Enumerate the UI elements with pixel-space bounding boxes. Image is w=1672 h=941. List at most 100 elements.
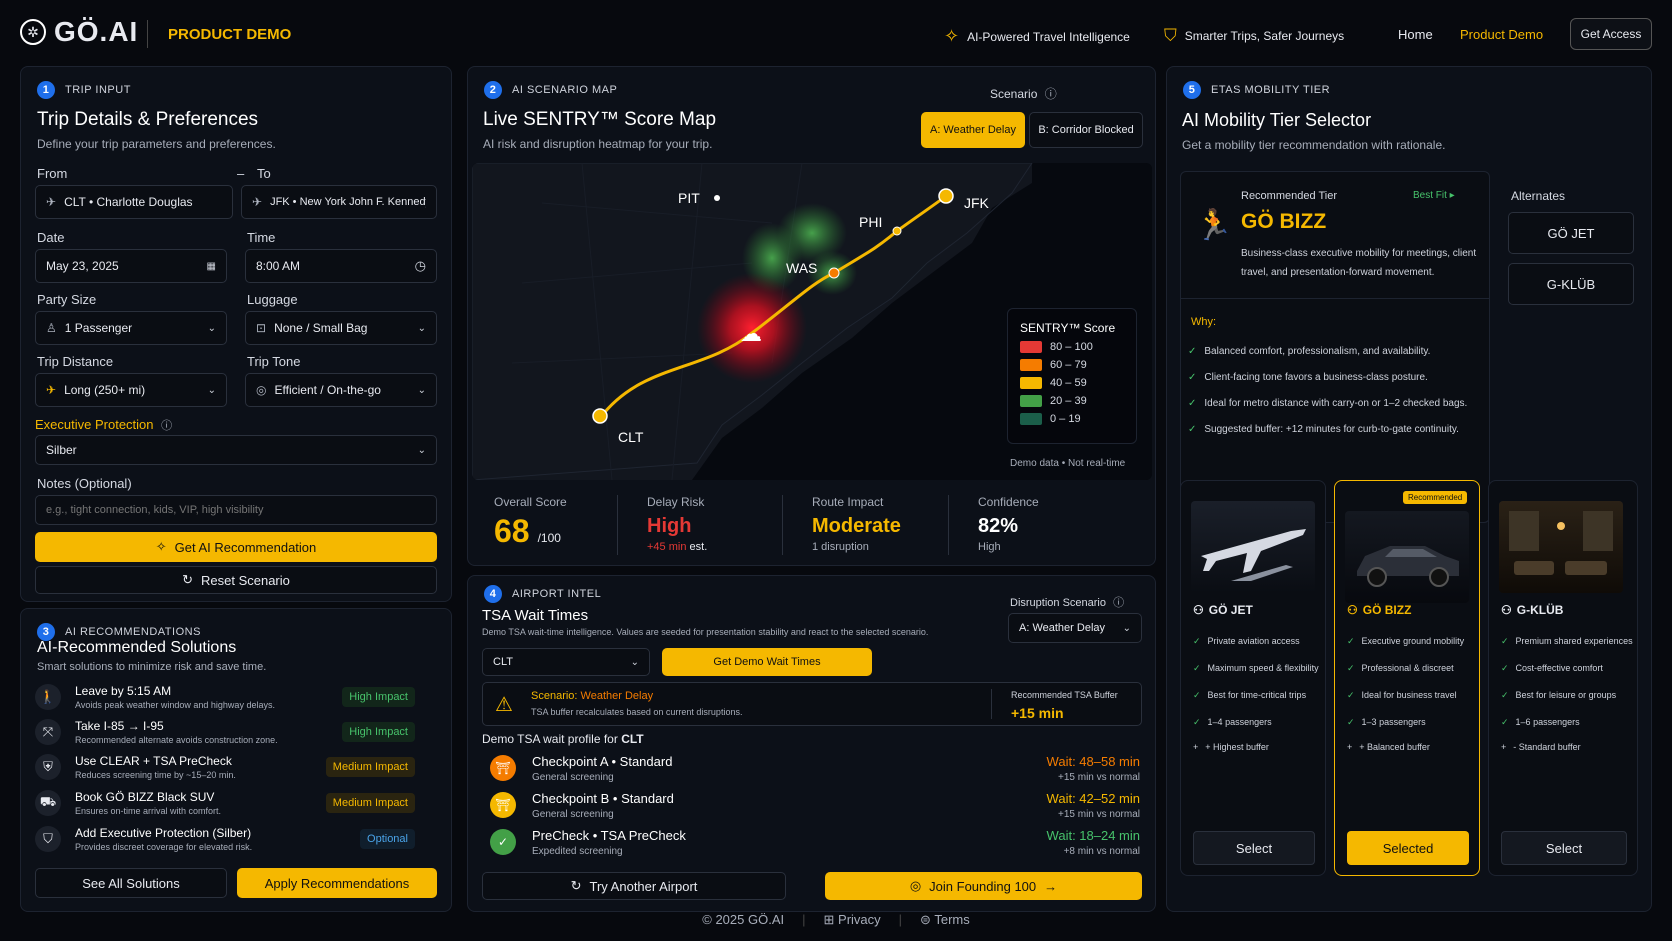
plane-icon: ✈: [46, 383, 57, 397]
recommendation-item[interactable]: ⤧ Take I-85 → I-95 Recommended alternate a…: [35, 715, 415, 749]
distance-label: Trip Distance: [37, 354, 114, 369]
luggage-select[interactable]: ⊡ None / Small Bag ⌄: [245, 311, 437, 345]
legend-swatch: [1020, 359, 1042, 371]
checkpoint-row[interactable]: ⛩ Checkpoint A • Standard General screeni…: [490, 750, 1140, 786]
scenario-a-button[interactable]: A: Weather Delay: [921, 112, 1025, 148]
try-another-airport-button[interactable]: ↻ Try Another Airport: [482, 872, 786, 900]
terms-link[interactable]: ⊜ Terms: [920, 912, 970, 928]
rec-tier-name: GÖ BIZZ: [1241, 210, 1327, 233]
distance-select[interactable]: ✈ Long (250+ mi) ⌄: [35, 373, 227, 407]
tone-select[interactable]: ◎ Efficient / On-the-go ⌄: [245, 373, 437, 407]
logo[interactable]: ✲ GÖ.AI: [20, 16, 138, 48]
recommendation-item[interactable]: 🚶 Leave by 5:15 AM Avoids peak weather win…: [35, 680, 415, 714]
checkpoint-row[interactable]: ⛩ Checkpoint B • Standard General screeni…: [490, 787, 1140, 823]
recommendation-item[interactable]: ⛨ Use CLEAR + TSA PreCheck Reduces screeni…: [35, 750, 415, 784]
sentry-score-map[interactable]: PIT PHI WAS JFK CLT ☁ SENTRY™ Score 80 –…: [472, 163, 1152, 480]
panel-tag: AI SCENARIO MAP: [512, 84, 618, 96]
checkpoint-row[interactable]: ✓ PreCheck • TSA PreCheck Expedited scree…: [490, 824, 1140, 860]
tier-card-jet[interactable]: ⚇ GÖ JET ✓ Private aviation access ✓ Maximu…: [1180, 480, 1326, 876]
join-founding-button[interactable]: ◎ Join Founding 100 →: [825, 872, 1142, 900]
panel-subtitle: Demo TSA wait-time intelligence. Values …: [482, 627, 929, 637]
pit-marker[interactable]: [714, 195, 720, 201]
check-icon: ✓: [1188, 424, 1197, 435]
tier-card-klub[interactable]: ⚇ G-KLÜB ✓ Premium shared experiences ✓ Cos…: [1488, 480, 1638, 876]
reset-scenario-button[interactable]: ↻ Reset Scenario: [35, 566, 437, 594]
nav-home[interactable]: Home: [1398, 27, 1433, 42]
logo-text: GÖ.AI: [54, 16, 139, 47]
rec-tier-label: Recommended Tier: [1241, 190, 1337, 202]
divider: [1181, 298, 1489, 299]
panel-subtitle: Smart solutions to minimize risk and sav…: [37, 661, 267, 673]
refresh-icon: ↻: [570, 878, 582, 893]
panel-tag: TRIP INPUT: [65, 84, 131, 96]
privacy-link[interactable]: ⊞ Privacy: [824, 912, 881, 928]
notes-input[interactable]: [35, 495, 437, 525]
selected-button[interactable]: Selected: [1347, 831, 1469, 865]
time-field[interactable]: 8:00 AM ◷: [245, 249, 437, 283]
executive-person-icon: 🏃: [1195, 209, 1233, 242]
scenario-label: Scenario ⓘ: [990, 87, 1057, 101]
step-number: 1: [37, 81, 55, 99]
clt-marker[interactable]: [592, 408, 608, 424]
tier-feature: ✓ Best for leisure or groups: [1501, 690, 1617, 700]
bag-icon: ⊡: [256, 321, 267, 335]
city-label-clt: CLT: [618, 429, 644, 445]
panel-title: Live SENTRY™ Score Map: [483, 109, 717, 130]
scenario-b-button[interactable]: B: Corridor Blocked: [1029, 112, 1143, 148]
rec-tier-desc: Business-class executive mobility for me…: [1241, 248, 1477, 278]
footer: © 2025 GÖ.AI | ⊞ Privacy | ⊜ Terms: [702, 912, 970, 928]
lock-icon: ⊞: [823, 912, 835, 927]
tier-feature: ✓ 1–4 passengers: [1193, 717, 1272, 727]
tier-card-bizz[interactable]: Recommended ⚇ GÖ BIZZ ✓ Executive ground m…: [1334, 480, 1480, 876]
logo-icon: ✲: [20, 19, 46, 45]
plane-icon: ✈: [46, 195, 57, 209]
refresh-icon: ↻: [182, 572, 193, 587]
tier-feature: ✓ Cost-effective comfort: [1501, 663, 1603, 673]
ai-recommendations-panel: 3 AI RECOMMENDATIONS AI-Recommended Solut…: [20, 608, 452, 912]
recommendation-item[interactable]: ⛉ Add Executive Protection (Silber) Provid…: [35, 822, 415, 856]
alternate-tier-jet[interactable]: GÖ JET: [1508, 212, 1634, 254]
chevron-down-icon: ⌄: [207, 322, 216, 334]
nav-product-demo[interactable]: Product Demo: [1460, 27, 1543, 42]
disruption-label: Disruption Scenario ⓘ: [1010, 597, 1125, 609]
was-marker[interactable]: [828, 267, 840, 279]
copyright: © 2025 GÖ.AI: [702, 912, 785, 927]
get-access-button[interactable]: Get Access: [1570, 18, 1652, 50]
tier-feature: ✓ Premium shared experiences: [1501, 636, 1633, 646]
party-select[interactable]: ♙ 1 Passenger ⌄: [35, 311, 227, 345]
panel-tag: AI RECOMMENDATIONS: [65, 626, 201, 638]
see-all-solutions-button[interactable]: See All Solutions: [35, 868, 227, 898]
date-field[interactable]: May 23, 2025 ▦: [35, 249, 227, 283]
to-field[interactable]: ✈ JFK • New York John F. Kennedy: [241, 185, 437, 219]
panel-subtitle: Define your trip parameters and preferen…: [37, 137, 276, 151]
panel-header: 5 ETAS MOBILITY TIER: [1183, 81, 1330, 99]
tier-extra: + - Standard buffer: [1501, 742, 1581, 752]
get-wait-times-button[interactable]: Get Demo Wait Times: [662, 648, 872, 676]
from-field[interactable]: ✈ CLT • Charlotte Douglas: [35, 185, 233, 219]
clock-icon: ◷: [414, 258, 426, 273]
city-label-phi: PHI: [859, 214, 882, 230]
check-icon: ✓: [1188, 398, 1197, 409]
plane-icon: ✈: [252, 195, 263, 209]
select-button[interactable]: Select: [1193, 831, 1315, 865]
jfk-marker[interactable]: [938, 188, 954, 204]
airport-select[interactable]: CLT ⌄: [482, 648, 650, 676]
car-image: [1345, 511, 1469, 603]
car-icon: ⛟: [35, 790, 61, 816]
alternate-tier-klub[interactable]: G-KLÜB: [1508, 263, 1634, 305]
panel-subtitle: AI risk and disruption heatmap for your …: [483, 137, 713, 151]
apply-recommendations-button[interactable]: Apply Recommendations: [237, 868, 437, 898]
recommendation-item[interactable]: ⛟ Book GÖ BIZZ Black SUV Ensures on-time a…: [35, 786, 415, 820]
why-item: ✓ Suggested buffer: +12 minutes for curb-…: [1188, 424, 1459, 435]
tier-name: ⚇ GÖ JET: [1193, 603, 1253, 617]
checkpoint-icon: ⛩: [490, 755, 516, 781]
arrow-right-icon: →: [1044, 878, 1058, 894]
get-ai-recommendation-button[interactable]: ✧ Get AI Recommendation: [35, 532, 437, 562]
sparkle-icon: ✧: [155, 539, 167, 554]
select-button[interactable]: Select: [1501, 831, 1627, 865]
ep-select[interactable]: Silber ⌄: [35, 435, 437, 465]
phi-marker[interactable]: [892, 226, 902, 236]
luggage-label: Luggage: [247, 292, 298, 307]
impact-badge: High Impact: [342, 722, 415, 742]
disruption-select[interactable]: A: Weather Delay ⌄: [1008, 613, 1142, 643]
